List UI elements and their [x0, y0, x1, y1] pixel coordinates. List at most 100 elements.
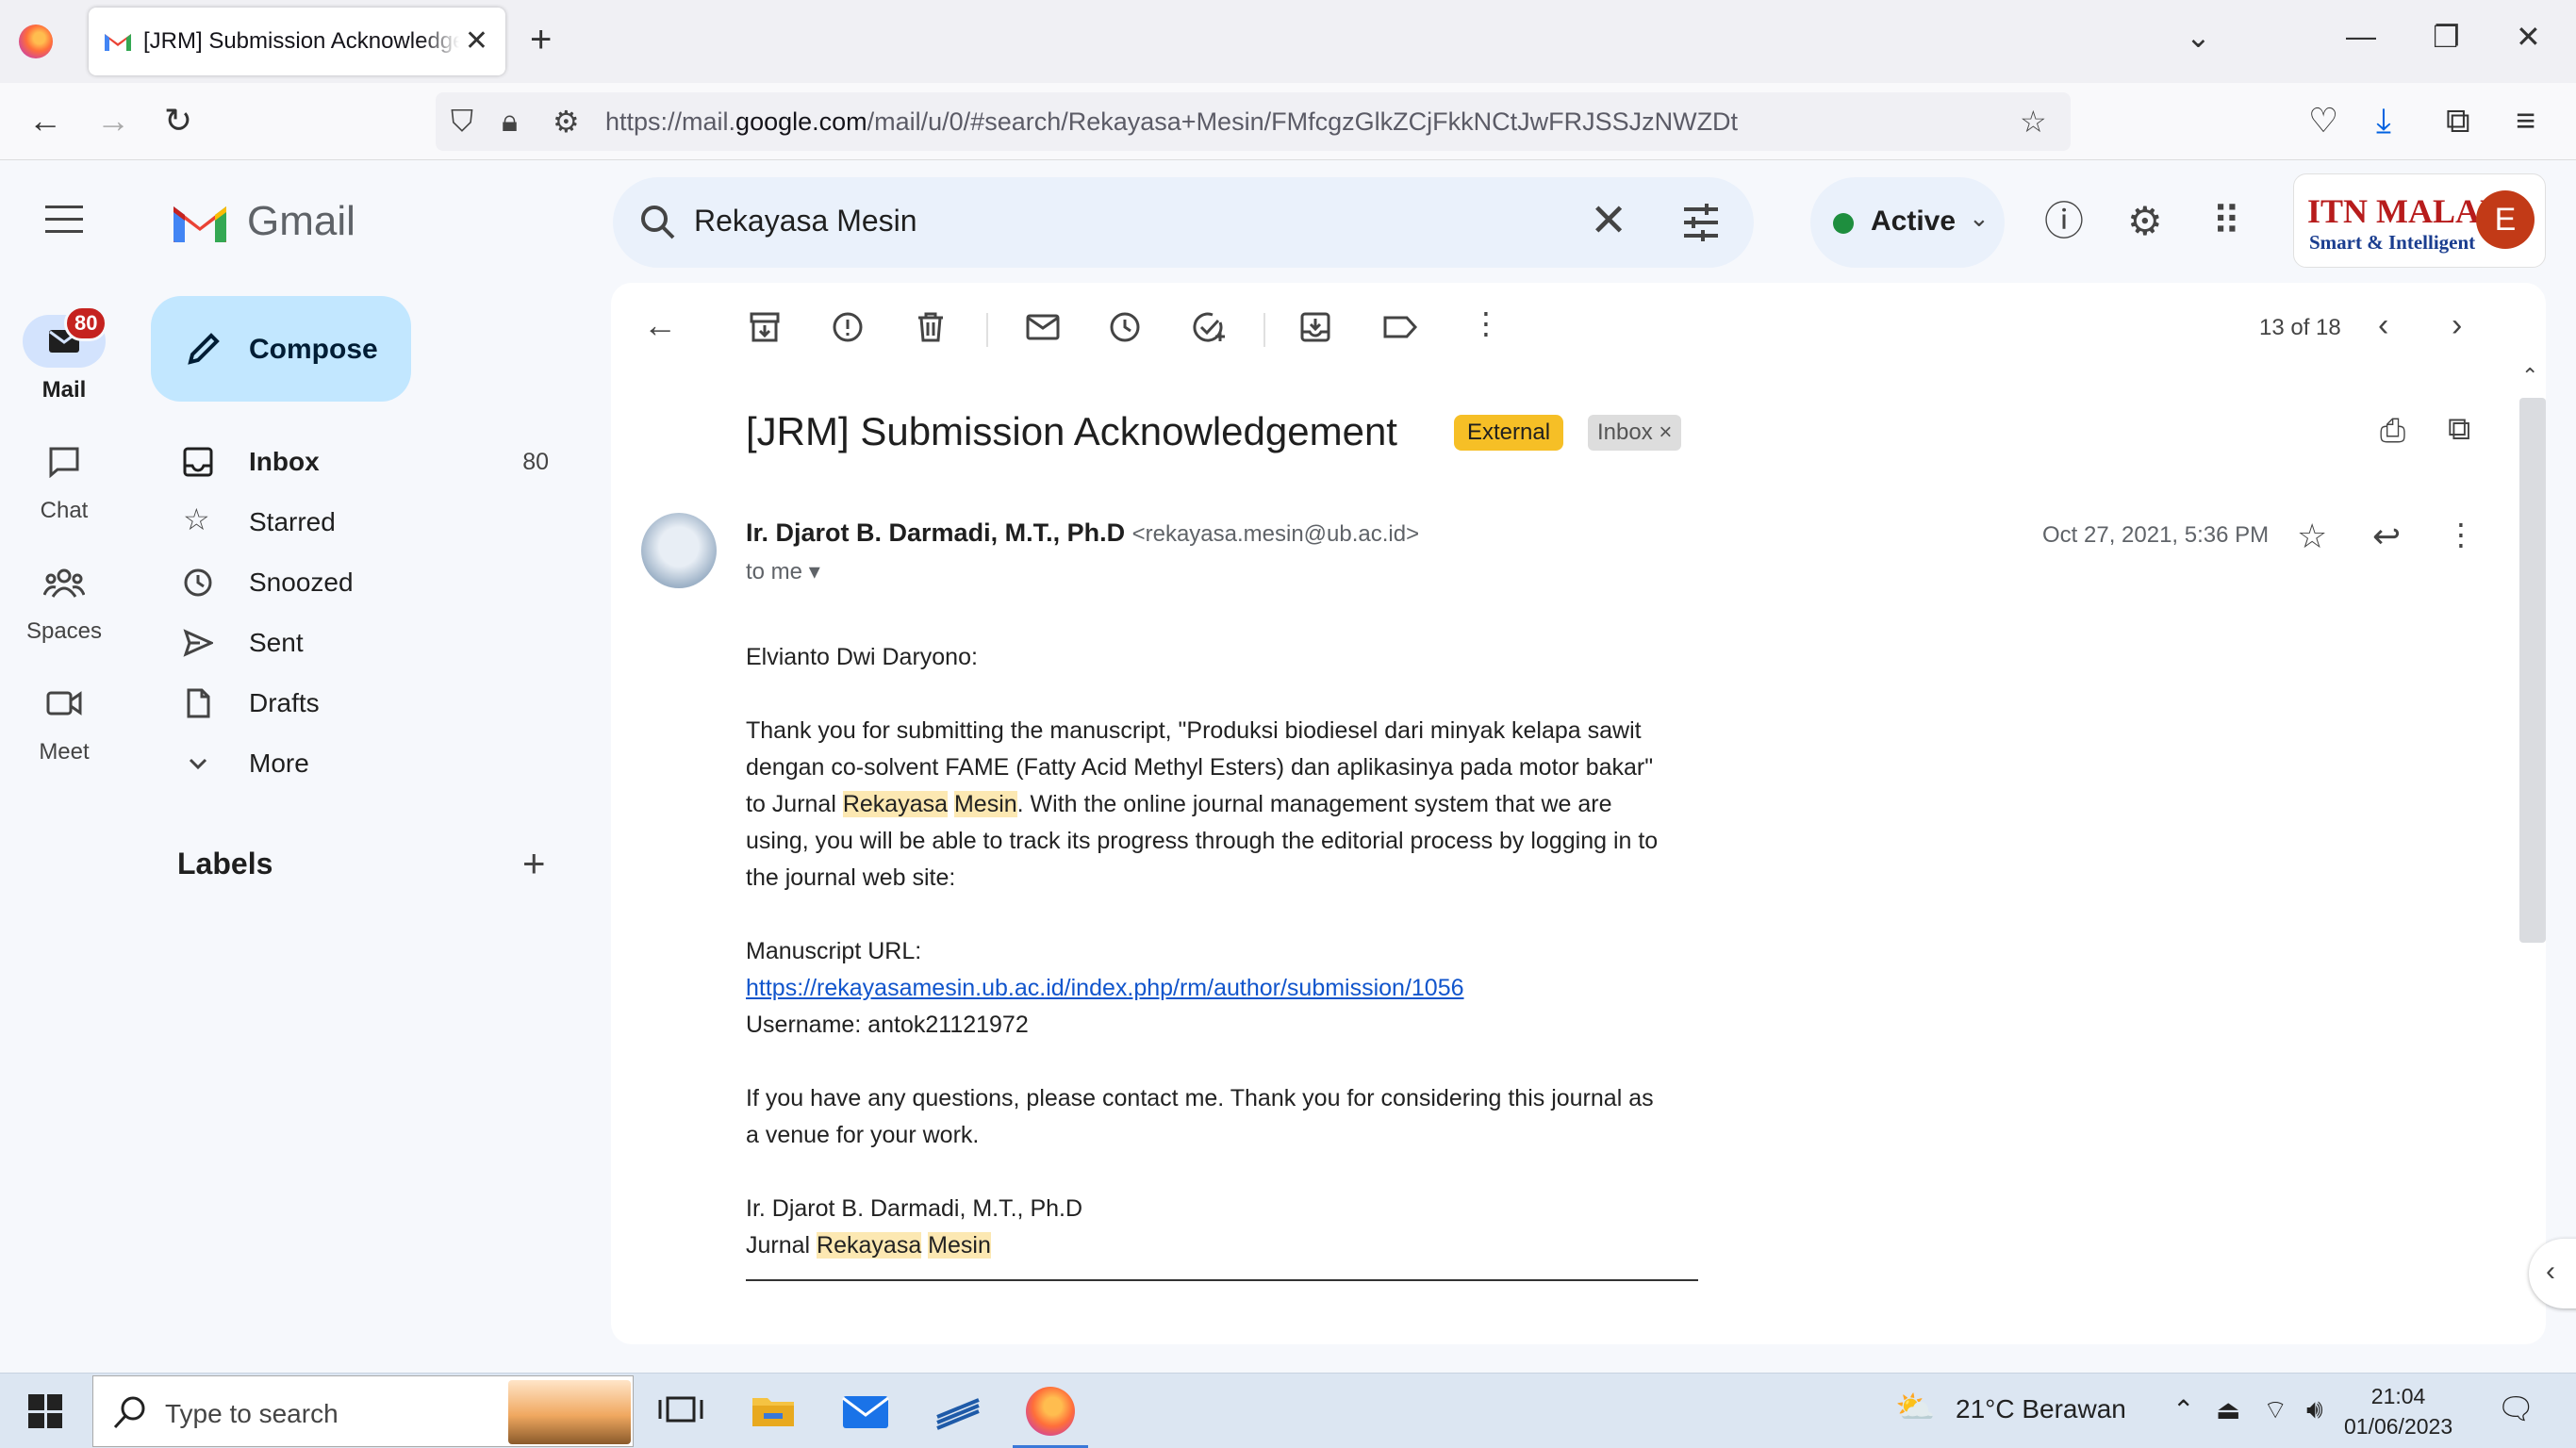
move-to-icon[interactable] [1299, 311, 1331, 343]
apps-grid-icon[interactable]: ⠿ [2212, 200, 2241, 243]
search-highlight-illustration [508, 1380, 631, 1444]
weather-text[interactable]: 21°C Berawan [1956, 1394, 2126, 1424]
rail-chat[interactable]: Chat [0, 436, 128, 524]
sidebar-item-sent[interactable]: Sent [151, 613, 575, 673]
show-hidden-icons-icon[interactable]: ⌃ [2172, 1394, 2194, 1425]
firefox-icon[interactable] [19, 25, 53, 58]
search-input[interactable]: Rekayasa Mesin [694, 204, 917, 239]
inbox-label-text: Inbox [1597, 420, 1653, 445]
weather-cloud-sun-icon[interactable]: ⛅ [1895, 1389, 1935, 1426]
tab-close-icon[interactable]: ✕ [465, 25, 488, 58]
search-icon[interactable] [637, 200, 679, 245]
spaces-icon [23, 556, 106, 609]
forward-icon[interactable]: → [96, 102, 130, 140]
sender-name: Ir. Djarot B. Darmadi, M.T., Ph.D [746, 518, 1126, 547]
help-icon[interactable]: ⓘ [2044, 200, 2084, 243]
permissions-icon[interactable]: ⚙︎ [553, 104, 580, 140]
inbox-icon [183, 447, 213, 477]
notifications-icon[interactable]: 🗨︎ [2497, 1390, 2535, 1426]
signature-name: Ir. Djarot B. Darmadi, M.T., Ph.D [746, 1195, 1083, 1222]
windows-start-icon[interactable] [28, 1394, 62, 1428]
url-text[interactable]: https://mail.google.com/mail/u/0/#search… [605, 107, 1738, 137]
back-to-results-icon[interactable]: ← [643, 305, 677, 345]
account-avatar[interactable]: E [2476, 190, 2535, 249]
sidebar-item-snoozed[interactable]: Snoozed [151, 552, 575, 613]
usb-device-icon[interactable]: ⏏ [2216, 1394, 2240, 1425]
status-dropdown[interactable]: Active ⌄ [1810, 177, 2005, 268]
app-menu-icon[interactable]: ≡ [2516, 102, 2535, 140]
clear-search-icon[interactable]: ✕ [1590, 194, 1627, 247]
lock-icon[interactable]: 🔒︎ [502, 104, 518, 140]
wifi-icon[interactable]: ⌔ [2263, 1394, 2287, 1427]
rail-mail-label: Mail [41, 377, 87, 403]
open-new-window-icon[interactable]: ⧉ [2448, 411, 2470, 448]
task-view-icon[interactable] [654, 1387, 707, 1436]
restore-icon[interactable]: ❐ [2433, 19, 2460, 55]
send-icon [183, 629, 213, 657]
remove-label-icon[interactable]: × [1659, 420, 1672, 445]
more-vertical-icon[interactable]: ⋮ [2446, 517, 2476, 552]
sender-info[interactable]: Ir. Djarot B. Darmadi, M.T., Ph.D <rekay… [746, 518, 1419, 548]
snooze-clock-icon[interactable] [1109, 311, 1141, 343]
browser-tab-active[interactable]: [JRM] Submission Acknowledgement ✕ [89, 8, 505, 75]
rail-spaces[interactable]: Spaces [0, 556, 128, 645]
reload-icon[interactable]: ↻ [164, 102, 192, 140]
delete-trash-icon[interactable] [915, 311, 947, 343]
pinned-app-icon[interactable] [932, 1387, 984, 1436]
scroll-up-icon[interactable]: ⌃ [2521, 364, 2538, 388]
taskbar-search[interactable]: Type to search [92, 1375, 634, 1447]
new-tab-icon[interactable]: + [530, 21, 552, 58]
more-vertical-icon[interactable]: ⋮ [1471, 305, 1501, 341]
file-explorer-icon[interactable] [747, 1387, 800, 1436]
archive-icon[interactable] [749, 311, 781, 343]
settings-gear-icon[interactable]: ⚙ [2127, 200, 2163, 243]
add-to-tasks-icon[interactable] [1192, 311, 1228, 343]
rail-mail[interactable]: 80 Mail [0, 305, 128, 403]
compose-button[interactable]: Compose [151, 296, 411, 402]
windows-taskbar: Type to search ⛅ 21°C Berawan ⌃ ⏏ ⌔ 🔊︎ 2… [0, 1373, 2576, 1448]
label-tag-icon[interactable] [1382, 311, 1418, 343]
download-icon[interactable]: ⤓ [2376, 102, 2391, 140]
rail-meet[interactable]: Meet [0, 677, 128, 765]
scrollbar-thumb[interactable] [2519, 398, 2546, 943]
main-menu-icon[interactable] [45, 206, 83, 242]
search-bar[interactable]: Rekayasa Mesin ✕ [613, 177, 1754, 268]
older-message-icon[interactable]: › [2452, 307, 2462, 344]
search-options-icon[interactable] [1680, 202, 1722, 243]
newer-message-icon[interactable]: ‹ [2378, 307, 2388, 344]
bookmark-star-icon[interactable]: ☆ [2020, 104, 2047, 140]
volume-icon[interactable]: 🔊︎ [2306, 1394, 2323, 1425]
pocket-icon[interactable]: ♡ [2308, 102, 2338, 140]
firefox-taskbar-icon[interactable] [1013, 1387, 1088, 1448]
manuscript-link[interactable]: https://rekayasamesin.ub.ac.id/index.php… [746, 975, 1464, 1001]
minimize-icon[interactable]: — [2346, 19, 2376, 54]
tab-list-chevron-icon[interactable]: ⌄ [2186, 19, 2211, 55]
sidebar-item-starred[interactable]: ☆ Starred [151, 492, 575, 552]
reply-icon[interactable]: ↩ [2372, 517, 2401, 556]
star-icon: ☆ [183, 502, 210, 536]
sidebar-item-drafts[interactable]: Drafts [151, 673, 575, 733]
print-icon[interactable]: ⎙ [2380, 413, 2405, 450]
sender-avatar[interactable] [641, 513, 717, 588]
add-label-icon[interactable]: + [522, 841, 546, 886]
taskbar-clock[interactable]: 21:04 01/06/2023 [2344, 1381, 2452, 1441]
recipients-toggle[interactable]: to me ▾ [746, 558, 820, 585]
gmail-logo[interactable]: Gmail [170, 198, 355, 245]
taskbar-search-input[interactable]: Type to search [165, 1399, 339, 1429]
mail-app-icon[interactable] [839, 1387, 892, 1436]
inbox-label-chip[interactable]: Inbox × [1588, 415, 1682, 451]
draft-document-icon [187, 688, 210, 718]
sidebar-item-more[interactable]: More [151, 733, 575, 794]
unread-badge: 80 [64, 305, 108, 341]
mark-unread-icon[interactable] [1026, 311, 1060, 343]
toolbar-divider [986, 313, 988, 347]
report-spam-icon[interactable] [832, 311, 864, 343]
shield-icon[interactable]: ⛉ [451, 104, 473, 140]
back-icon[interactable]: ← [28, 102, 62, 140]
scrollbar[interactable]: ⌃ [2516, 364, 2546, 1344]
close-window-icon[interactable]: ✕ [2516, 19, 2541, 55]
star-icon[interactable]: ☆ [2297, 517, 2327, 556]
sidebar-item-inbox[interactable]: Inbox 80 [151, 432, 575, 492]
extensions-icon[interactable]: ⧉ [2446, 102, 2470, 140]
url-bar[interactable]: ⛉ 🔒︎ ⚙︎ https://mail.google.com/mail/u/0… [436, 92, 2071, 151]
